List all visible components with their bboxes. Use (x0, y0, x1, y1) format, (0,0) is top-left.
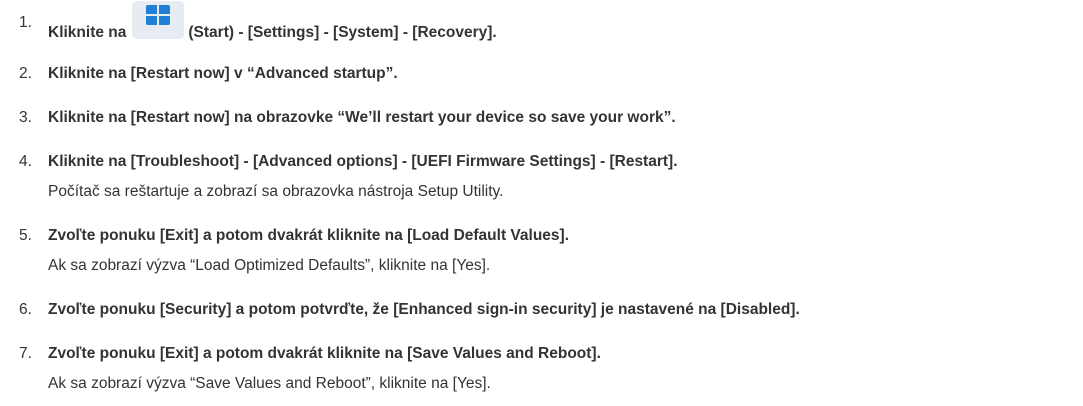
step-instruction: Zvoľte ponuku [Security] a potom potvrďt… (48, 301, 800, 318)
step-number: 4. (19, 153, 32, 170)
windows-start-icon (132, 1, 185, 39)
step-instruction: Kliknite na [Restart now] v “Advanced st… (48, 65, 398, 82)
step-number: 2. (19, 65, 32, 82)
step-instruction: Kliknite na [Restart now] na obrazovke “… (48, 109, 676, 126)
step-number: 5. (19, 227, 32, 244)
step-note: Ak sa zobrazí výzva “Load Optimized Defa… (48, 257, 491, 274)
step-instruction: Zvoľte ponuku [Exit] a potom dvakrát kli… (48, 345, 601, 362)
step-instruction: Zvoľte ponuku [Exit] a potom dvakrát kli… (48, 227, 569, 244)
step-number: 3. (19, 109, 32, 126)
instruction-steps-list: 1. Kliknite na (Start) - [Settings] - [Sy… (0, 0, 1083, 406)
step-text-before-icon: Kliknite na (48, 24, 127, 41)
step-number: 6. (19, 301, 32, 318)
step-number: 7. (19, 345, 32, 362)
step-instruction: Kliknite na [Troubleshoot] - [Advanced o… (48, 153, 678, 170)
step-note: Ak sa zobrazí výzva “Save Values and Reb… (48, 375, 491, 392)
step-instruction: Kliknite na (Start) - [Settings] - [Syste… (48, 1, 497, 43)
step-number: 1. (19, 14, 32, 31)
step-text-after-icon: (Start) - [Settings] - [System] - [Recov… (188, 24, 497, 41)
step-note: Počítač sa reštartuje a zobrazí sa obraz… (48, 183, 504, 200)
